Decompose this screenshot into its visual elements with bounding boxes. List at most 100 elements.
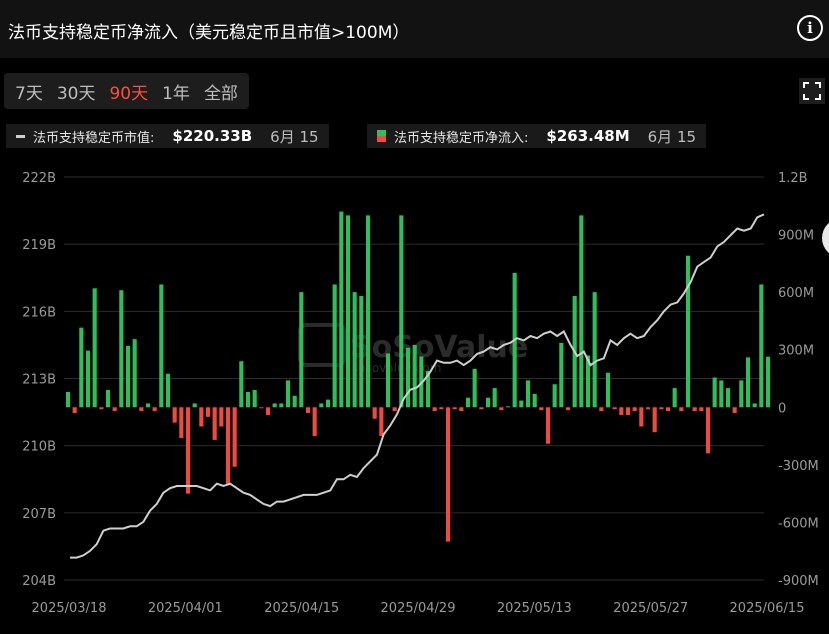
x-tick-label: 2025/05/27: [613, 601, 688, 616]
inflow-bar: [285, 380, 291, 408]
inflow-bar: [685, 255, 691, 408]
inflow-bar: [219, 407, 224, 427]
inflow-bar: [712, 377, 717, 408]
inflow-bar: [752, 403, 757, 408]
inflow-bar: [72, 407, 77, 414]
inflow-bar: [485, 397, 491, 408]
inflow-bar: [552, 384, 557, 408]
inflow-bar: [725, 388, 731, 408]
inflow-bar: [659, 407, 664, 410]
inflow-bar: [112, 407, 117, 412]
inflow-bar: [172, 407, 177, 423]
inflow-bar: [579, 215, 584, 408]
inflow-bar: [679, 407, 684, 412]
inflow-bar: [279, 403, 284, 408]
y-right-tick-label: 0: [778, 401, 786, 416]
y-left-tick-label: 207B: [22, 507, 56, 522]
inflow-bar: [345, 215, 351, 408]
x-tick-label: 2025/04/15: [264, 601, 339, 616]
y-left-tick-label: 213B: [22, 373, 56, 388]
inflow-bar: [319, 403, 324, 408]
inflow-bar: [439, 407, 444, 410]
inflow-bar: [372, 407, 377, 419]
inflow-bar: [525, 380, 531, 408]
inflow-bar: [292, 395, 297, 408]
inflow-bar: [165, 373, 171, 408]
y-right-tick-label: 1.2B: [778, 171, 808, 186]
y-left-tick-label: 210B: [22, 440, 56, 455]
y-right-tick-label: 900M: [778, 229, 814, 244]
inflow-bar: [125, 345, 131, 408]
inflow-bar: [139, 407, 144, 412]
inflow-bar: [339, 211, 344, 408]
y-right-tick-label: 600M: [778, 286, 814, 301]
watermark-logo-icon: [298, 323, 346, 367]
inflow-bar: [159, 284, 164, 408]
inflow-bar: [539, 407, 544, 411]
inflow-bar: [179, 407, 184, 438]
inflow-bar: [459, 407, 464, 412]
y-left-tick-label: 216B: [22, 305, 56, 320]
inflow-bar: [545, 407, 551, 444]
inflow-bar: [212, 407, 217, 440]
inflow-bar: [565, 407, 571, 411]
inflow-bar: [299, 292, 304, 408]
marketcap-line: [70, 213, 765, 559]
inflow-bar: [632, 407, 637, 412]
inflow-bar: [352, 292, 357, 408]
x-tick-label: 2025/05/13: [497, 601, 572, 616]
inflow-bar: [612, 407, 617, 410]
y-left-tick-label: 219B: [22, 238, 56, 253]
inflow-bar: [472, 368, 477, 408]
inflow-bar: [185, 407, 191, 494]
inflow-bar: [745, 357, 751, 408]
inflow-bar: [672, 388, 677, 408]
inflow-bar: [392, 407, 397, 412]
inflow-bar: [452, 407, 457, 410]
x-tick-label: 2025/03/18: [32, 601, 107, 616]
inflow-bar: [519, 400, 524, 408]
inflow-bar: [652, 407, 657, 433]
inflow-bar: [85, 350, 91, 408]
inflow-bar: [479, 407, 484, 410]
x-tick-label: 2025/06/15: [730, 601, 805, 616]
inflow-bar: [619, 407, 624, 415]
inflow-bar: [532, 393, 537, 408]
inflow-bar: [232, 407, 237, 467]
inflow-bar: [765, 356, 771, 408]
y-left-tick-label: 204B: [22, 574, 56, 589]
inflow-bar: [192, 403, 197, 408]
inflow-bar: [465, 397, 471, 408]
inflow-bar: [332, 284, 337, 408]
inflow-bar: [105, 390, 111, 408]
inflow-bar: [732, 407, 737, 414]
y-right-tick-label: -300M: [778, 459, 819, 474]
inflow-bar: [432, 407, 437, 412]
inflow-bar: [365, 215, 371, 408]
x-tick-label: 2025/04/29: [381, 601, 456, 616]
inflow-bar: [145, 403, 151, 408]
inflow-bar: [152, 407, 157, 412]
inflow-bar: [699, 407, 704, 412]
inflow-bar: [305, 407, 311, 414]
inflow-bar: [505, 406, 511, 408]
inflow-bar: [132, 339, 137, 408]
inflow-bar: [359, 295, 364, 408]
inflow-bar: [205, 407, 211, 417]
inflow-bar: [445, 407, 451, 542]
inflow-bar: [739, 380, 744, 408]
x-tick-label: 2025/04/01: [148, 601, 223, 616]
inflow-bar: [92, 288, 97, 408]
inflow-bar: [79, 327, 84, 408]
inflow-bar: [245, 391, 251, 408]
inflow-bar: [645, 407, 651, 410]
inflow-bar: [405, 347, 411, 408]
inflow-bar: [492, 388, 497, 408]
stablecoin-chart: SoSoValue sosovalue.com 222B219B216B213B…: [22, 171, 819, 616]
inflow-bar: [639, 407, 644, 427]
inflow-bar: [559, 342, 564, 408]
inflow-bar: [239, 361, 244, 408]
inflow-bar: [499, 407, 504, 411]
inflow-bar: [312, 407, 317, 437]
inflow-bar: [99, 407, 104, 410]
